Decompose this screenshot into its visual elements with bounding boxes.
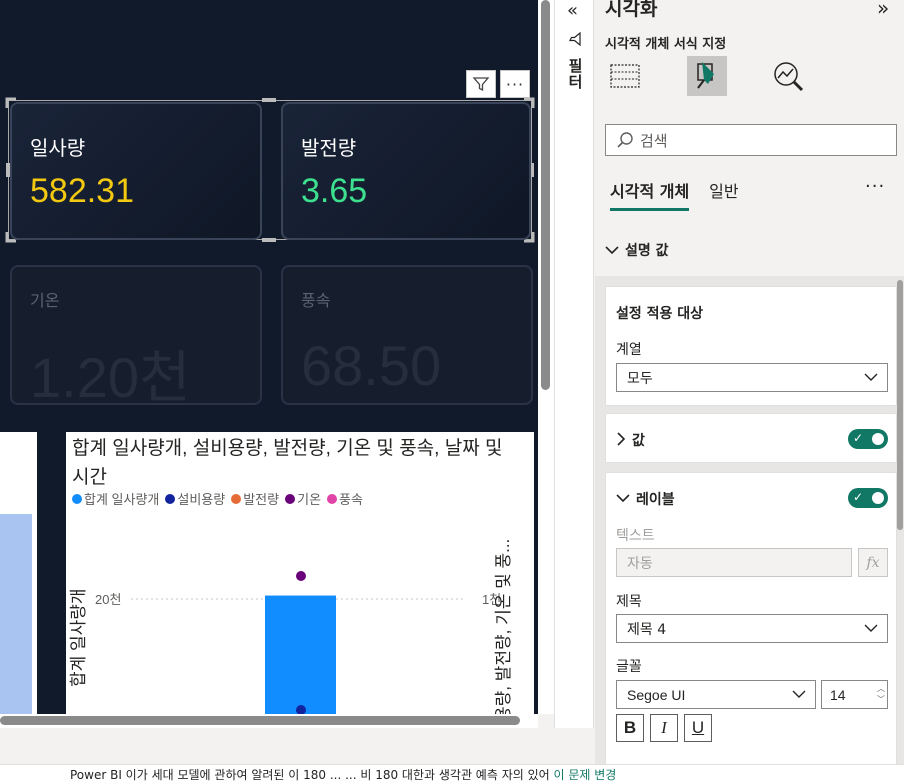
fx-button[interactable]: fx	[858, 548, 888, 577]
format-visual-tab[interactable]	[687, 56, 727, 96]
more-options-icon[interactable]: ···	[865, 176, 885, 197]
pane-title: 시각화	[605, 0, 658, 20]
card-value: 1.20천	[30, 346, 191, 409]
card-caption: 기온	[30, 293, 60, 310]
underline-button[interactable]: U	[684, 714, 712, 742]
heading-dropdown-value: 제목 4	[627, 621, 667, 638]
text-label: 텍스트	[616, 528, 655, 544]
canvas-vertical-scrollbar[interactable]	[538, 0, 554, 714]
scroll-thumb[interactable]	[541, 0, 550, 390]
status-text: Power BI 이가 세대 모델에 관하여 알려된 이 180 ... ...…	[70, 768, 554, 782]
bar-irradiance[interactable]	[265, 595, 336, 714]
chevron-down-icon	[792, 690, 806, 698]
analytics-tab[interactable]	[769, 56, 809, 96]
labels-toggle[interactable]: ✓	[848, 488, 888, 508]
partial-bar	[0, 514, 32, 714]
series-label: 계열	[616, 342, 642, 358]
filter-pane-collapsed[interactable]: « 필터	[554, 0, 594, 728]
search-icon	[617, 132, 633, 148]
more-options-button[interactable]: ···	[500, 70, 530, 98]
series-dropdown[interactable]: 모두	[616, 363, 888, 392]
status-link[interactable]: 이 문제 변경	[554, 768, 617, 782]
section-title: 설명 값	[625, 243, 669, 259]
build-visual-tab[interactable]	[605, 56, 645, 96]
check-icon: ✓	[853, 490, 864, 504]
heading-dropdown[interactable]: 제목 4	[616, 614, 888, 643]
y-right-axis-title: 용량, 발전량, 기온 및 풍...	[494, 539, 513, 714]
card-value: 68.50	[301, 334, 442, 397]
font-label: 글꼴	[616, 659, 642, 675]
pane-scrollbar[interactable]	[897, 280, 903, 530]
filter-icon	[569, 32, 581, 46]
font-family-dropdown[interactable]: Segoe UI	[616, 680, 816, 709]
search-input[interactable]: 검색	[605, 124, 897, 156]
card-irradiance[interactable]: 일사량 582.31	[10, 102, 262, 240]
font-family-value: Segoe UI	[627, 686, 686, 703]
partial-chart-left[interactable]	[0, 432, 37, 714]
chevron-right-icon	[617, 432, 626, 446]
values-card[interactable]: 값 ✓	[605, 413, 897, 463]
decrement-icon[interactable]: ﹀	[877, 695, 885, 704]
card-caption: 발전량	[301, 138, 357, 160]
point-temperature[interactable]	[296, 571, 306, 581]
filter-pane-label: 필터	[566, 58, 584, 90]
card-generation[interactable]: 발전량 3.65	[281, 102, 531, 240]
app-root: ··· 일사량 582.31 발전량 3.65 기온 1.20천 풍속 68.5…	[0, 0, 904, 784]
scroll-thumb[interactable]	[0, 716, 520, 725]
chart-plot: 20천 1천 합계 일사량개 용량, 발전량, 기온 및 풍...	[69, 539, 513, 714]
y-left-axis-title: 합계 일사량개	[69, 588, 88, 687]
table-grid-icon	[610, 64, 640, 88]
heading-label: 제목	[616, 594, 642, 610]
format-visual-title: 시각적 개체 서식 지정	[605, 37, 727, 52]
card-windspeed[interactable]: 풍속 68.50	[281, 265, 533, 405]
apply-settings-title: 설정 적용 대상	[616, 306, 704, 322]
bold-button[interactable]: B	[616, 714, 644, 742]
section-callout-values[interactable]: 설명 값	[605, 240, 669, 260]
edge-handle-top[interactable]	[262, 98, 276, 102]
italic-button[interactable]: I	[650, 714, 678, 742]
chevron-down-icon	[605, 246, 619, 255]
increment-icon[interactable]: ︿	[877, 684, 885, 693]
toggle-knob	[872, 433, 884, 445]
canvas-horizontal-scrollbar[interactable]	[0, 714, 538, 728]
toggle-knob	[872, 492, 884, 504]
labels-label: 레이블	[636, 492, 675, 508]
card-value: 3.65	[301, 172, 368, 210]
report-canvas[interactable]: ··· 일사량 582.31 발전량 3.65 기온 1.20천 풍속 68.5…	[0, 0, 538, 714]
card-caption: 풍속	[301, 293, 331, 310]
text-input[interactable]: 자동	[616, 548, 852, 577]
visualizations-pane: 시각화 » 시각적 개체 서식 지정 검색 시각적 개체 일반 ··· 설명 값…	[595, 0, 904, 764]
values-label: 값	[632, 433, 645, 449]
collapse-pane-icon[interactable]: »	[877, 0, 889, 20]
card-caption: 일사량	[30, 138, 86, 160]
ellipsis-icon: ···	[505, 74, 525, 94]
y-left-tick: 20천	[95, 592, 121, 607]
chevron-down-icon[interactable]	[616, 493, 630, 503]
chevron-down-icon	[864, 373, 878, 381]
format-tabs: 시각적 개체 일반	[610, 178, 739, 211]
chevron-down-icon	[864, 624, 878, 632]
magnify-chart-icon	[774, 62, 804, 92]
status-bar: Power BI 이가 세대 모델에 관하여 알려된 이 180 ... ...…	[0, 764, 904, 784]
search-placeholder: 검색	[640, 131, 668, 150]
tab-general[interactable]: 일반	[709, 178, 738, 211]
filter-visual-button[interactable]	[466, 70, 496, 98]
font-size-value: 14	[830, 686, 846, 703]
card-temperature[interactable]: 기온 1.20천	[10, 265, 262, 409]
expand-chevron-icon[interactable]: «	[567, 0, 578, 21]
tab-visual[interactable]: 시각적 개체	[610, 178, 690, 211]
paintbrush-icon	[697, 62, 714, 89]
card-value: 582.31	[30, 172, 134, 210]
font-size-input[interactable]: 14 ︿ ﹀	[821, 680, 888, 709]
edge-handle-bottom[interactable]	[262, 238, 276, 242]
funnel-icon	[472, 77, 490, 92]
values-toggle[interactable]: ✓	[848, 429, 888, 449]
check-icon: ✓	[853, 431, 864, 445]
labels-card: 레이블 ✓ 텍스트 자동 fx 제목 제목 4 글꼴 Segoe UI 14 ︿…	[605, 472, 897, 764]
section-content: 설정 적용 대상 계열 모두 값 ✓ 레이블 ✓ 텍스트 자동 fx 제목 제목…	[595, 276, 904, 764]
apply-settings-card: 설정 적용 대상 계열 모두	[605, 286, 897, 406]
series-dropdown-value: 모두	[627, 370, 653, 387]
combo-chart[interactable]: 합계 일사량개, 설비용량, 발전량, 기온 및 풍속, 날짜 및 시간 합계 …	[66, 432, 534, 714]
